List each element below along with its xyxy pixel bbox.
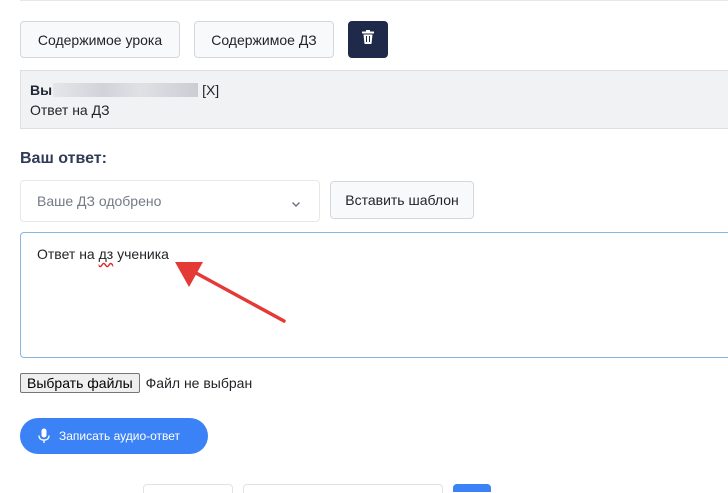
choose-files-button[interactable]: Выбрать файлы [20,373,140,393]
file-upload: Выбрать файлы Файл не выбран [20,373,252,393]
record-audio-label: Записать аудио-ответ [59,429,181,443]
annotation-arrow [175,262,286,323]
bottom-control[interactable] [243,484,443,493]
microphone-icon [38,428,50,444]
bottom-control[interactable] [143,484,233,493]
file-status: Файл не выбран [145,375,253,391]
bottom-primary-button[interactable] [453,484,491,492]
record-audio-button[interactable]: Записать аудио-ответ [20,418,208,454]
